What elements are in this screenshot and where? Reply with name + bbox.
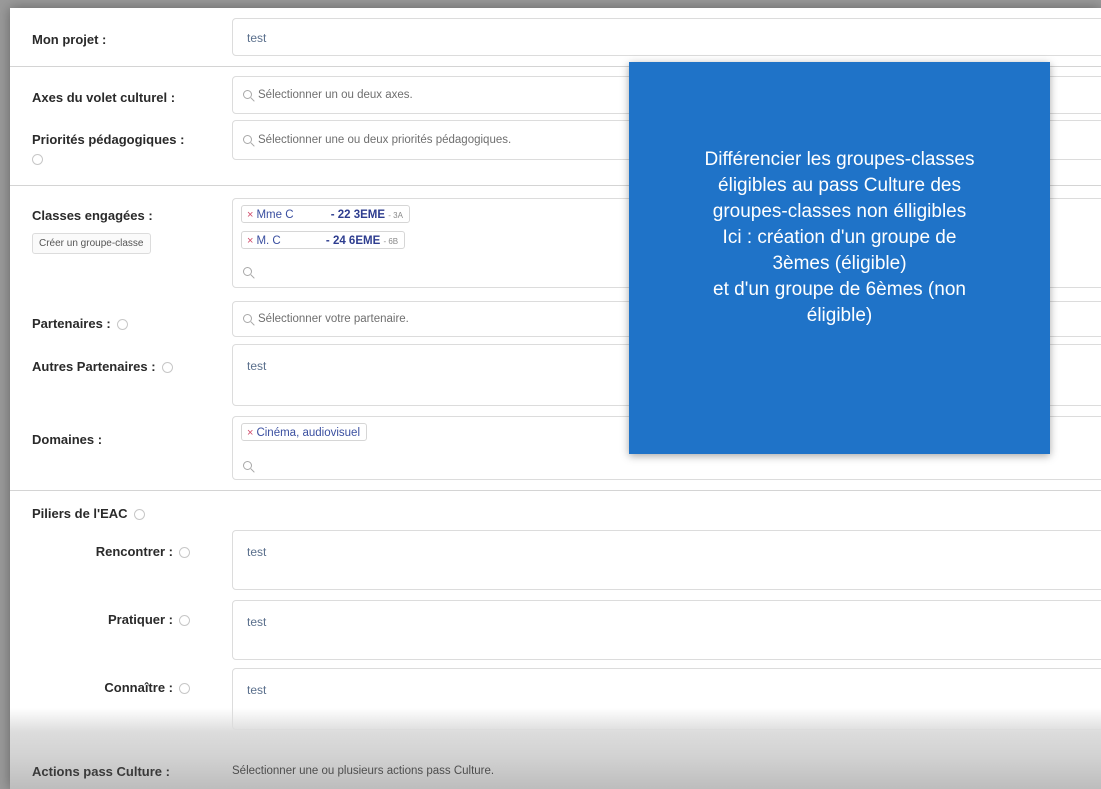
callout-line: 3èmes (éligible) <box>772 253 907 274</box>
mon-projet-input[interactable]: test <box>232 18 1101 56</box>
mon-projet-label: Mon projet : <box>32 32 107 47</box>
rencontrer-value: test <box>247 545 267 559</box>
callout-line: Ici : création d'un groupe de <box>722 227 957 248</box>
callout-line: Différencier les groupes-classes <box>704 149 975 170</box>
search-icon <box>243 267 252 276</box>
pratiquer-value: test <box>247 615 267 629</box>
callout-line: groupes-classes non élligibles <box>712 201 967 222</box>
search-icon <box>243 461 252 470</box>
autres-partenaires-value: test <box>247 359 267 373</box>
piliers-label: Piliers de l'EAC <box>32 506 145 521</box>
create-group-button[interactable]: Créer un groupe-classe <box>32 233 151 254</box>
priorites-label: Priorités pédagogiques : <box>32 132 185 147</box>
priorites-placeholder: Sélectionner une ou deux priorités pédag… <box>258 134 512 146</box>
axes-label: Axes du volet culturel : <box>32 90 176 105</box>
domaines-label: Domaines : <box>32 432 103 447</box>
divider <box>10 490 1101 491</box>
callout-line: éligibles au pass Culture des <box>718 175 961 196</box>
search-icon <box>243 314 252 323</box>
rencontrer-textarea[interactable]: test <box>232 530 1101 590</box>
domain-tag[interactable]: × Cinéma, audiovisuel <box>241 423 367 441</box>
bottom-shadow <box>10 708 1101 789</box>
remove-tag-icon[interactable]: × <box>247 235 253 247</box>
class-tag[interactable]: × Mme C - 22 3EME - 3A <box>241 205 410 223</box>
class-tag[interactable]: × M. C - 24 6EME - 6B <box>241 231 406 249</box>
pratiquer-textarea[interactable]: test <box>232 600 1101 660</box>
partenaires-placeholder: Sélectionner votre partenaire. <box>258 313 409 325</box>
search-icon <box>243 90 252 99</box>
mon-projet-value: test <box>247 31 267 45</box>
actions-placeholder[interactable]: Sélectionner une ou plusieurs actions pa… <box>232 765 494 777</box>
info-icon[interactable] <box>179 615 190 626</box>
connaitre-label: Connaître : <box>10 680 190 695</box>
search-icon <box>243 135 252 144</box>
info-icon[interactable] <box>32 154 43 165</box>
rencontrer-label: Rencontrer : <box>10 544 190 559</box>
partenaires-label: Partenaires : <box>32 316 128 331</box>
remove-tag-icon[interactable]: × <box>247 209 253 221</box>
info-icon[interactable] <box>179 547 190 558</box>
info-icon[interactable] <box>179 683 190 694</box>
form-page: Mon projet : test Axes du volet culturel… <box>10 8 1101 789</box>
callout-line: et d'un groupe de 6èmes (non <box>713 279 966 300</box>
info-icon[interactable] <box>161 362 173 373</box>
info-icon[interactable] <box>116 319 128 330</box>
axes-placeholder: Sélectionner un ou deux axes. <box>258 89 413 101</box>
connaitre-value: test <box>247 683 267 697</box>
callout-line: éligible) <box>806 305 873 326</box>
remove-tag-icon[interactable]: × <box>247 427 253 439</box>
autres-partenaires-label: Autres Partenaires : <box>32 359 173 374</box>
annotation-callout: Différencier les groupes-classes éligibl… <box>629 62 1050 454</box>
info-icon[interactable] <box>133 509 145 520</box>
actions-label: Actions pass Culture : <box>32 764 170 779</box>
classes-label: Classes engagées : <box>32 208 153 223</box>
pratiquer-label: Pratiquer : <box>10 612 190 627</box>
